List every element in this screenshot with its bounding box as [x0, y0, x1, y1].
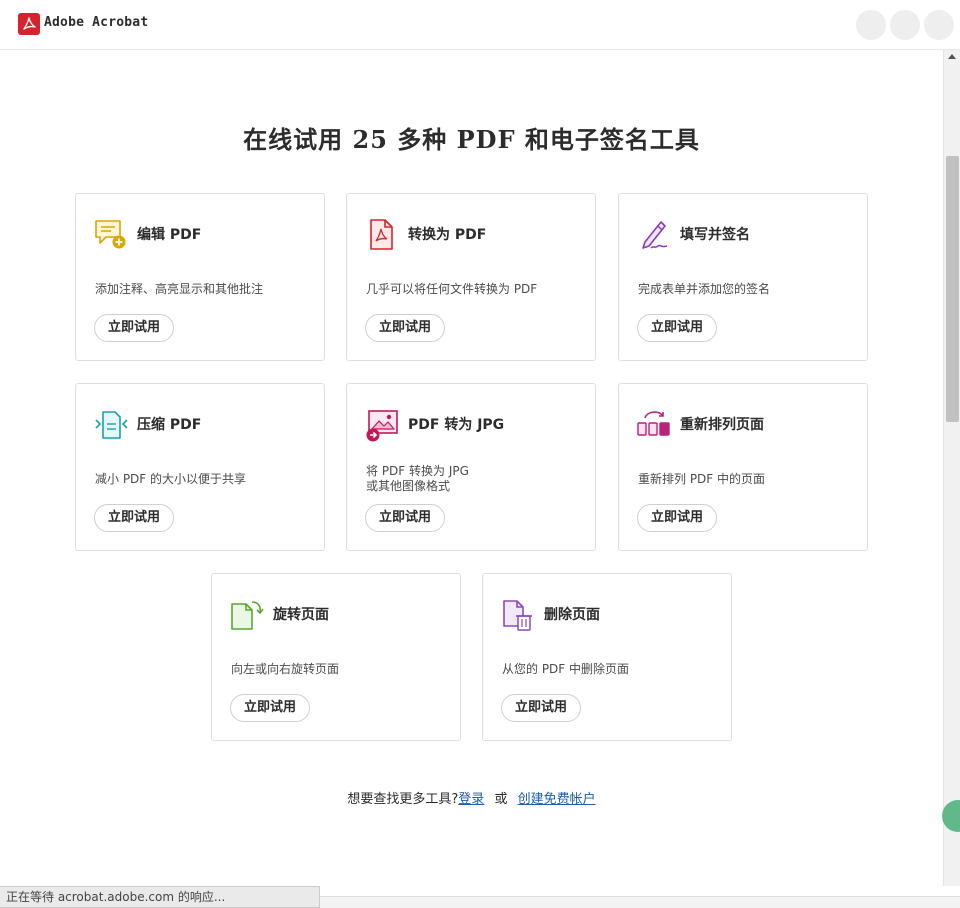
- card-description: 减小 PDF 的大小以便于共享: [95, 472, 247, 486]
- try-now-button[interactable]: 立即试用: [501, 694, 582, 722]
- scroll-thumb[interactable]: [946, 156, 959, 422]
- bottom-strip: [320, 896, 960, 908]
- image-convert-icon: [365, 408, 399, 442]
- try-now-button[interactable]: 立即试用: [637, 504, 718, 532]
- login-link[interactable]: 登录: [458, 792, 484, 807]
- card-title: 重新排列页面: [680, 417, 764, 433]
- try-now-button[interactable]: 立即试用: [94, 504, 175, 532]
- brand-name[interactable]: Adobe Acrobat: [44, 15, 148, 30]
- try-now-button[interactable]: 立即试用: [230, 694, 311, 722]
- vertical-scrollbar[interactable]: [943, 50, 960, 886]
- card-title: 压缩 PDF: [137, 417, 202, 433]
- try-now-button[interactable]: 立即试用: [365, 314, 446, 342]
- try-now-button[interactable]: 立即试用: [94, 314, 175, 342]
- status-bar: 正在等待 acrobat.adobe.com 的响应...: [0, 886, 320, 908]
- card-description: 将 PDF 转换为 JPG 或其他图像格式: [366, 464, 469, 493]
- card-description: 向左或向右旋转页面: [231, 662, 340, 676]
- card-description: 重新排列 PDF 中的页面: [638, 472, 766, 486]
- rotate-page-icon: [230, 598, 264, 632]
- card-title: 转换为 PDF: [408, 227, 487, 243]
- delete-page-icon: [501, 598, 535, 632]
- tool-card-convert-to-pdf[interactable]: 转换为 PDF 几乎可以将任何文件转换为 PDF 立即试用: [346, 193, 596, 361]
- tool-card-delete-pages[interactable]: 删除页面 从您的 PDF 中删除页面 立即试用: [482, 573, 732, 741]
- scroll-up-arrow-icon[interactable]: [948, 54, 956, 59]
- header-button-1[interactable]: [856, 10, 886, 40]
- try-now-button[interactable]: 立即试用: [637, 314, 718, 342]
- edit-comment-icon: [94, 218, 128, 252]
- tool-card-reorder-pages[interactable]: 重新排列页面 重新排列 PDF 中的页面 立即试用: [618, 383, 868, 551]
- tool-card-fill-and-sign[interactable]: 填写并签名 完成表单并添加您的签名 立即试用: [618, 193, 868, 361]
- card-description: 几乎可以将任何文件转换为 PDF: [366, 282, 538, 296]
- sign-pen-icon: [637, 218, 671, 252]
- card-title: 编辑 PDF: [137, 227, 202, 243]
- card-description: 从您的 PDF 中删除页面: [502, 662, 630, 676]
- header-button-3[interactable]: [924, 10, 954, 40]
- page-title: 在线试用 25 多种 PDF 和电子签名工具: [243, 125, 700, 154]
- tool-card-compress-pdf[interactable]: 压缩 PDF 减小 PDF 的大小以便于共享 立即试用: [75, 383, 325, 551]
- card-description: 添加注释、高亮显示和其他批注: [95, 282, 264, 296]
- card-title: 旋转页面: [273, 607, 329, 623]
- or-text: 或: [494, 792, 508, 807]
- tool-card-pdf-to-jpg[interactable]: PDF 转为 JPG 将 PDF 转换为 JPG 或其他图像格式 立即试用: [346, 383, 596, 551]
- compress-icon: [94, 408, 128, 442]
- card-description: 完成表单并添加您的签名: [638, 282, 771, 296]
- pdf-file-icon: [365, 218, 399, 252]
- card-title: 填写并签名: [680, 227, 750, 243]
- tool-card-edit-pdf[interactable]: 编辑 PDF 添加注释、高亮显示和其他批注 立即试用: [75, 193, 325, 361]
- acrobat-logo-icon[interactable]: [18, 13, 40, 35]
- tool-card-rotate-pages[interactable]: 旋转页面 向左或向右旋转页面 立即试用: [211, 573, 461, 741]
- card-title: 删除页面: [544, 607, 600, 623]
- more-tools-text: 想要查找更多工具?: [347, 792, 459, 807]
- try-now-button[interactable]: 立即试用: [365, 504, 446, 532]
- create-account-link[interactable]: 创建免费帐户: [518, 792, 596, 807]
- header-button-2[interactable]: [890, 10, 920, 40]
- more-tools-prompt: 想要查找更多工具?登录 或 创建免费帐户: [0, 788, 943, 807]
- card-title: PDF 转为 JPG: [408, 417, 505, 433]
- top-bar: Adobe Acrobat: [0, 0, 960, 50]
- reorder-pages-icon: [637, 408, 671, 442]
